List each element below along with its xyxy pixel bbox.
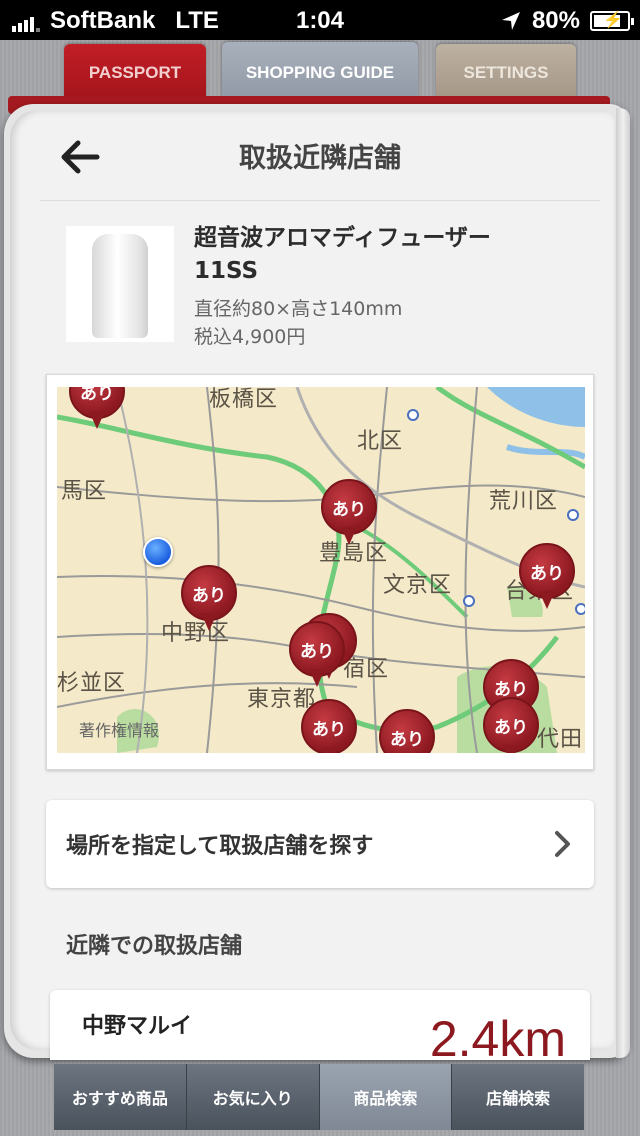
map-label: 板橋区	[209, 387, 279, 412]
tab-shopping-guide[interactable]: SHOPPING GUIDE	[222, 42, 418, 104]
tab-product-search[interactable]: 商品検索	[319, 1064, 453, 1130]
chevron-right-icon	[555, 831, 570, 857]
map-label: 馬区	[61, 479, 108, 504]
battery-percent: 80%	[531, 7, 580, 34]
page-edge	[616, 108, 630, 1058]
store-map-pin[interactable]: あり	[321, 479, 377, 545]
tab-settings[interactable]: SETTINGS	[436, 44, 576, 102]
store-distance: 2.4km	[429, 1011, 566, 1060]
store-map-pin[interactable]: あり	[483, 697, 539, 753]
location-arrow-icon	[501, 12, 520, 30]
tab-recommended[interactable]: おすすめ商品	[54, 1064, 187, 1130]
search-by-location-button[interactable]: 場所を指定して取扱店舗を探す	[46, 800, 594, 888]
product-name-line1: 超音波アロマディフューザー	[194, 225, 491, 251]
map-view[interactable]: 板橋区 北区 馬区 荒川区 豊島区 文京区 台東区 中野区 杉並区 宿区 東京都…	[57, 387, 585, 753]
store-map-pin[interactable]: あり	[301, 699, 357, 753]
store-map-pin[interactable]: あり	[69, 387, 125, 429]
tab-store-search[interactable]: 店舗検索	[452, 1064, 584, 1130]
product-name-line2: 11SS	[194, 258, 259, 284]
store-map-pin[interactable]: あり	[289, 621, 345, 687]
status-bar: SoftBank LTE 1:04 80% ⚡	[0, 0, 640, 40]
map-label: 荒川区	[489, 489, 559, 514]
product-size: 直径約80×高さ140mm	[194, 298, 403, 320]
product-name: 超音波アロマディフューザー 11SS	[194, 222, 594, 288]
store-map-pin[interactable]: あり	[181, 565, 237, 631]
header-divider	[40, 200, 600, 201]
store-map-pin[interactable]: あり	[379, 709, 435, 753]
nearby-stores-heading: 近隣での取扱店舗	[66, 934, 243, 959]
bottom-tab-bar: おすすめ商品 お気に入り 商品検索 店舗検索	[54, 1064, 584, 1130]
current-location-icon	[143, 537, 173, 567]
map-copyright-link[interactable]: 著作権情報	[79, 717, 159, 741]
battery-icon: ⚡	[590, 11, 634, 31]
store-name: 中野マルイ	[82, 1014, 193, 1039]
map-frame: 板橋区 北区 馬区 荒川区 豊島区 文京区 台東区 中野区 杉並区 宿区 東京都…	[46, 374, 594, 770]
store-map-pin[interactable]: あり	[519, 543, 575, 609]
search-by-location-label: 場所を指定して取扱店舗を探す	[66, 834, 374, 859]
product-image	[66, 226, 174, 342]
map-label: 杉並区	[57, 671, 127, 696]
page-title: 取扱近隣店舗	[239, 143, 401, 174]
map-label: 代田	[537, 727, 584, 752]
map-label: 北区	[357, 429, 404, 454]
product-price: 税込4,900円	[194, 326, 306, 348]
tab-favorites[interactable]: お気に入り	[186, 1064, 320, 1130]
tab-passport[interactable]: PASSPORT	[64, 44, 206, 102]
map-label: 文京区	[383, 573, 453, 598]
store-list-item[interactable]: 中野マルイ 2.4km	[50, 990, 590, 1060]
